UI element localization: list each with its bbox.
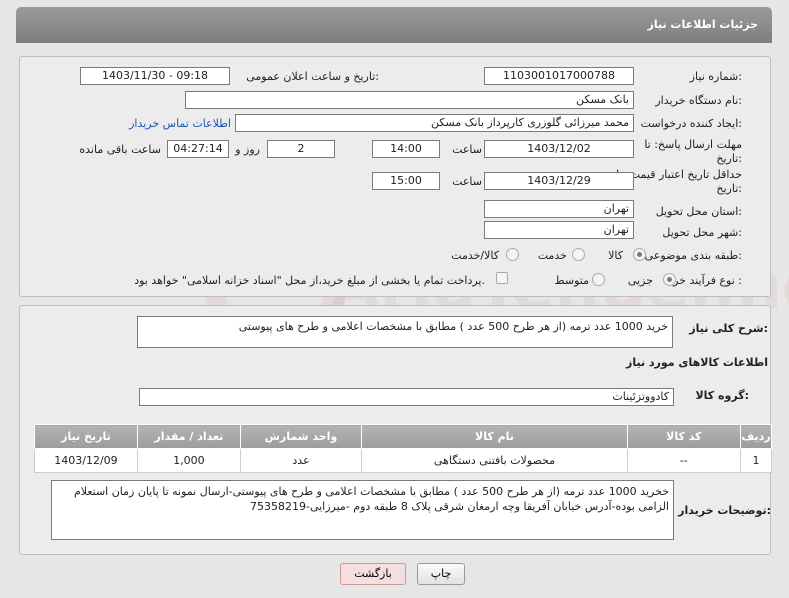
city-label: شهر محل تحویل: [662,226,742,239]
cell-quantity: 1,000 [136,448,241,473]
cell-need-date: 1403/12/09 [34,448,138,473]
city-field[interactable]: تهران [484,221,634,239]
print-button[interactable]: چاپ [417,563,465,585]
process-option-medium: متوسط [554,274,589,287]
goods-info-title: اطلاعات کالاهای مورد نیاز [626,356,768,369]
goods-table: ردیف کد کالا نام کالا واحد شمارش تعداد /… [34,424,773,473]
province-label: استان محل تحویل: [655,205,742,218]
need-summary-field[interactable]: خرید 1000 عدد ترمه (از هر طرح 500 عدد ) … [137,316,673,348]
creator-field[interactable]: محمد میرزائی گلوزری کارپرداز بانک مسکن [235,114,634,132]
category-option-service: خدمت [537,249,567,262]
deadline-time-field[interactable]: 14:00 [372,140,440,158]
remaining-time-label: ساعت باقی مانده [79,143,161,156]
price-validity-label: حداقل تاریخ اعتبار قیمت: تا [616,168,742,181]
buyer-contact-link[interactable]: اطلاعات تماس خریدار [129,117,231,130]
creator-label: ایجاد کننده درخواست: [640,117,742,130]
goods-group-label: گروه کالا: [695,389,749,402]
remaining-days-field[interactable]: 2 [267,140,335,158]
process-radio-minor[interactable] [663,273,676,286]
col-goods-name: نام کالا [361,424,628,449]
col-row-number: ردیف [739,424,773,449]
days-label: روز و [235,143,260,156]
process-radio-medium[interactable] [592,273,605,286]
need-summary-label: شرح کلی نیاز: [689,322,768,335]
announce-datetime-label: تاریخ و ساعت اعلان عمومی: [246,70,379,83]
category-radio-goods-service[interactable] [506,248,519,261]
table-row: 1 -- محصولات بافتنی دستگاهی عدد 1,000 14… [34,448,773,473]
col-goods-code: کد کالا [626,424,741,449]
page-header: جزئیات اطلاعات نیاز [16,7,772,43]
price-validity-time-label: ساعت [452,175,482,188]
buyer-notes-label: توضیحات خریدار: [678,504,771,517]
price-validity-time-field[interactable]: 15:00 [372,172,440,190]
cell-goods-code: -- [626,448,741,473]
col-need-date: تاریخ نیاز [34,424,138,449]
treasury-checkbox[interactable] [496,272,508,284]
category-radio-service[interactable] [572,248,585,261]
goods-group-field[interactable]: کادووتزئینات [139,388,674,406]
price-validity-label-date: تاریخ: [716,182,742,195]
page-title: جزئیات اطلاعات نیاز [647,18,759,31]
deadline-time-label: ساعت [452,143,482,156]
deadline-label: مهلت ارسال پاسخ: تا [644,138,742,151]
back-button[interactable]: بازگشت [340,563,406,585]
buyer-org-label: نام دستگاه خریدار: [655,94,742,107]
deadline-date-field[interactable]: 1403/12/02 [484,140,634,158]
cell-row-number: 1 [739,448,773,473]
province-field[interactable]: تهران [484,200,634,218]
category-label: طبقه بندی موضوعی: [644,249,742,262]
buyer-org-field[interactable]: بانک مسکن [185,91,634,109]
need-number-field[interactable]: 1103001017000788 [484,67,634,85]
announce-datetime-field[interactable]: 1403/11/30 - 09:18 [80,67,230,85]
col-unit: واحد شمارش [239,424,363,449]
deadline-label-date: تاریخ: [716,152,742,165]
treasury-note: پرداخت تمام یا بخشی از مبلغ خرید،از محل … [134,274,485,287]
buyer-notes-field[interactable]: خخرید 1000 عدد ترمه (از هر طرح 500 عدد )… [51,480,674,540]
col-quantity: تعداد / مقدار [136,424,241,449]
remaining-time-field[interactable]: 04:27:14 [167,140,229,158]
price-validity-date-field[interactable]: 1403/12/29 [484,172,634,190]
goods-table-header: ردیف کد کالا نام کالا واحد شمارش تعداد /… [34,424,773,449]
cell-goods-name: محصولات بافتنی دستگاهی [361,448,628,473]
category-radio-goods[interactable] [633,248,646,261]
need-number-label: شماره نیاز: [689,70,742,83]
category-option-goods-service: کالا/خدمت [451,249,499,262]
category-option-goods: کالا [608,249,623,262]
process-option-minor: جزیی [627,274,653,287]
cell-unit: عدد [239,448,363,473]
